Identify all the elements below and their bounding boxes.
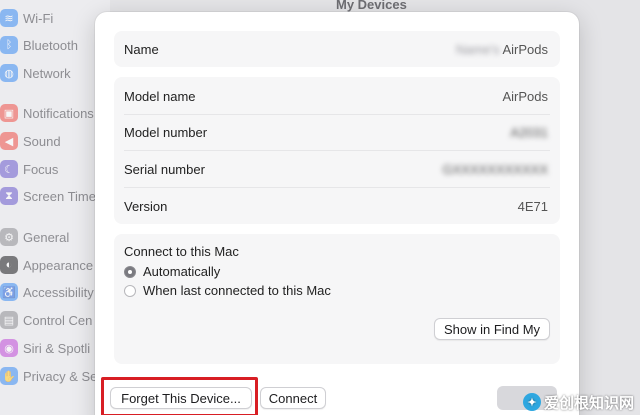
model-number-value: A2031 bbox=[510, 124, 548, 140]
connect-button[interactable]: Connect bbox=[260, 387, 326, 409]
sidebar-item-label: Bluetooth bbox=[23, 37, 78, 53]
wifi-icon: ≋ bbox=[0, 9, 18, 27]
sidebar-item-privacy[interactable]: ✋ Privacy & Se bbox=[0, 364, 110, 388]
privacy-icon: ✋ bbox=[0, 367, 18, 385]
name-label: Name bbox=[124, 41, 159, 57]
name-row: Name Name's AirPods bbox=[114, 31, 560, 67]
serial-number-row: Serial number GXXXXXXXXXXX bbox=[114, 151, 560, 187]
serial-number-label: Serial number bbox=[124, 161, 205, 177]
sidebar-item-label: Focus bbox=[23, 161, 59, 177]
focus-icon: ☾ bbox=[0, 160, 18, 178]
sidebar-item-network[interactable]: ◍ Network bbox=[0, 61, 110, 85]
screen-time-icon: ⧗ bbox=[0, 187, 18, 205]
option-automatically[interactable]: Automatically bbox=[124, 264, 220, 279]
sound-icon: ◀ bbox=[0, 132, 18, 150]
sidebar-item-label: Privacy & Se bbox=[23, 368, 98, 384]
radio-selected-icon[interactable] bbox=[124, 265, 136, 278]
version-row: Version 4E71 bbox=[114, 188, 560, 224]
name-owner-blurred: Name's bbox=[455, 41, 500, 57]
sidebar-item-label: Network bbox=[23, 65, 71, 81]
watermark-logo-icon: ✦ bbox=[522, 393, 541, 411]
sidebar-item-control-center[interactable]: ▤ Control Cen bbox=[0, 308, 110, 332]
sidebar-item-label: Screen Time bbox=[23, 188, 96, 204]
device-details-group: Model name AirPods Model number A2031 Se… bbox=[114, 77, 560, 224]
model-number-label: Model number bbox=[124, 124, 208, 140]
sidebar-item-label: Wi-Fi bbox=[23, 10, 54, 26]
option-last-connected[interactable]: When last connected to this Mac bbox=[124, 283, 331, 298]
sidebar-item-screen-time[interactable]: ⧗ Screen Time bbox=[0, 184, 110, 208]
device-info-dialog: Name Name's AirPods Model name AirPods M… bbox=[95, 12, 579, 415]
control-center-icon: ▤ bbox=[0, 311, 18, 329]
sidebar-item-label: Notifications bbox=[23, 105, 94, 121]
sidebar-item-label: Siri & Spotli bbox=[23, 340, 91, 356]
name-value[interactable]: Name's AirPods bbox=[456, 42, 548, 57]
sidebar-item-label: Sound bbox=[23, 133, 61, 149]
option-automatically-label: Automatically bbox=[143, 264, 221, 279]
connect-group: Connect to this Mac Automatically When l… bbox=[114, 234, 560, 364]
name-device: AirPods bbox=[502, 41, 548, 57]
radio-unselected-icon[interactable] bbox=[124, 284, 136, 297]
watermark-text: 爱创根知识网 bbox=[543, 394, 634, 412]
name-group: Name Name's AirPods bbox=[114, 31, 560, 67]
sidebar-item-label: Control Cen bbox=[23, 312, 93, 328]
highlight-annotation bbox=[101, 377, 258, 415]
sidebar-item-accessibility[interactable]: ♿ Accessibility bbox=[0, 280, 110, 304]
option-last-connected-label: When last connected to this Mac bbox=[143, 283, 331, 298]
settings-sidebar: ≋ Wi-Fi ᛒ Bluetooth ◍ Network ▣ Notifications ◀ S… bbox=[0, 0, 110, 415]
siri-icon: ◉ bbox=[0, 339, 18, 357]
sidebar-item-bluetooth[interactable]: ᛒ Bluetooth bbox=[0, 33, 110, 57]
sidebar-item-label: Accessibility bbox=[23, 284, 94, 300]
sidebar-item-general[interactable]: ⚙ General bbox=[0, 225, 110, 249]
version-label: Version bbox=[124, 198, 168, 214]
notifications-icon: ▣ bbox=[0, 104, 18, 122]
show-in-find-my-button[interactable]: Show in Find My bbox=[434, 318, 550, 340]
version-value: 4E71 bbox=[517, 198, 548, 214]
sidebar-item-notifications[interactable]: ▣ Notifications bbox=[0, 101, 110, 125]
network-icon: ◍ bbox=[0, 64, 18, 82]
sidebar-item-focus[interactable]: ☾ Focus bbox=[0, 157, 110, 181]
my-devices-title: My Devices bbox=[336, 0, 407, 12]
sidebar-item-appearance[interactable]: ◐ Appearance bbox=[0, 253, 110, 277]
sidebar-item-siri[interactable]: ◉ Siri & Spotli bbox=[0, 336, 110, 360]
sidebar-item-label: Appearance bbox=[23, 257, 94, 273]
sidebar-item-label: General bbox=[23, 229, 70, 245]
watermark: ✦ 爱创根知识网 bbox=[522, 391, 634, 413]
sidebar-item-sound[interactable]: ◀ Sound bbox=[0, 129, 110, 153]
appearance-icon: ◐ bbox=[0, 256, 18, 274]
model-name-value: AirPods bbox=[502, 88, 548, 104]
model-name-row: Model name AirPods bbox=[114, 78, 560, 114]
model-number-row: Model number A2031 bbox=[114, 114, 560, 150]
connect-to-mac-title: Connect to this Mac bbox=[124, 244, 239, 259]
general-icon: ⚙ bbox=[0, 228, 18, 246]
serial-number-value: GXXXXXXXXXXX bbox=[442, 161, 549, 177]
bluetooth-icon: ᛒ bbox=[0, 36, 18, 54]
sidebar-item-wifi[interactable]: ≋ Wi-Fi bbox=[0, 6, 110, 30]
accessibility-icon: ♿ bbox=[0, 283, 18, 301]
model-name-label: Model name bbox=[124, 88, 196, 104]
